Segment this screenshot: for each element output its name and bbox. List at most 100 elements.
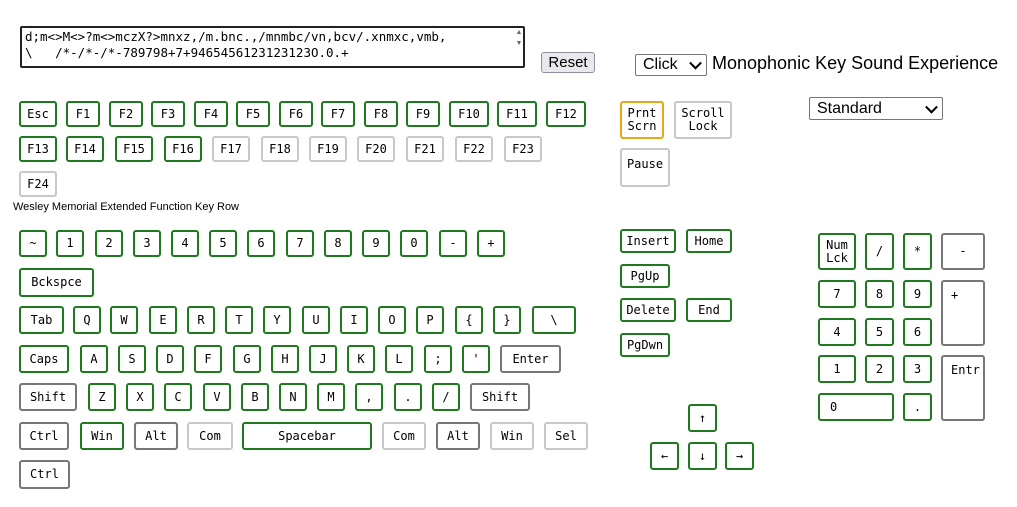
key-b[interactable]: B xyxy=(241,383,269,411)
numpad-8[interactable]: 8 xyxy=(865,280,894,308)
key-pgup[interactable]: PgUp xyxy=(620,264,670,288)
key-shift-right[interactable]: Shift xyxy=(470,383,530,411)
key-alt-left[interactable]: Alt xyxy=(134,422,178,450)
key-s[interactable]: S xyxy=(118,345,146,373)
numpad-slash[interactable]: / xyxy=(865,233,894,270)
key-f2[interactable]: F2 xyxy=(109,101,143,127)
key-e[interactable]: E xyxy=(149,306,177,334)
numpad-9[interactable]: 9 xyxy=(903,280,932,308)
key-f18[interactable]: F18 xyxy=(261,136,299,162)
key-y[interactable]: Y xyxy=(263,306,291,334)
numpad-num-lock[interactable]: Num Lck xyxy=(818,233,856,270)
key-f23[interactable]: F23 xyxy=(504,136,542,162)
key-end[interactable]: End xyxy=(686,298,732,322)
key-f7[interactable]: F7 xyxy=(321,101,355,127)
numpad-0[interactable]: 0 xyxy=(818,393,894,421)
key-left-brace[interactable]: { xyxy=(455,306,483,334)
arrow-right-key[interactable]: → xyxy=(725,442,754,470)
scroll-up-icon[interactable]: ▲ xyxy=(514,29,524,37)
key-p[interactable]: P xyxy=(416,306,444,334)
key-tab[interactable]: Tab xyxy=(19,306,64,334)
key-minus[interactable]: - xyxy=(439,230,467,257)
key-1[interactable]: 1 xyxy=(56,230,84,257)
key-g[interactable]: G xyxy=(233,345,261,373)
numpad-6[interactable]: 6 xyxy=(903,318,932,346)
key-f10[interactable]: F10 xyxy=(449,101,489,127)
key-comma[interactable]: , xyxy=(355,383,383,411)
key-insert[interactable]: Insert xyxy=(620,229,676,253)
key-5[interactable]: 5 xyxy=(209,230,237,257)
key-alt-right[interactable]: Alt xyxy=(436,422,480,450)
key-m[interactable]: M xyxy=(317,383,345,411)
reset-button[interactable]: Reset xyxy=(541,52,595,73)
key-w[interactable]: W xyxy=(110,306,138,334)
key-delete[interactable]: Delete xyxy=(620,298,676,322)
key-f19[interactable]: F19 xyxy=(309,136,347,162)
key-f15[interactable]: F15 xyxy=(115,136,153,162)
key-q[interactable]: Q xyxy=(73,306,101,334)
key-f21[interactable]: F21 xyxy=(406,136,444,162)
key-f20[interactable]: F20 xyxy=(357,136,395,162)
numpad-7[interactable]: 7 xyxy=(818,280,856,308)
key-shift-left[interactable]: Shift xyxy=(19,383,77,411)
key-a[interactable]: A xyxy=(80,345,108,373)
key-f14[interactable]: F14 xyxy=(66,136,104,162)
key-f11[interactable]: F11 xyxy=(497,101,537,127)
key-0[interactable]: 0 xyxy=(400,230,428,257)
numpad-5[interactable]: 5 xyxy=(865,318,894,346)
arrow-down-key[interactable]: ↓ xyxy=(688,442,717,470)
key-f13[interactable]: F13 xyxy=(19,136,57,162)
key-pause[interactable]: Pause xyxy=(620,148,670,187)
numpad-star[interactable]: * xyxy=(903,233,932,270)
key-f12[interactable]: F12 xyxy=(546,101,586,127)
key-right-brace[interactable]: } xyxy=(493,306,521,334)
key-3[interactable]: 3 xyxy=(133,230,161,257)
key-f6[interactable]: F6 xyxy=(279,101,313,127)
key-f9[interactable]: F9 xyxy=(406,101,440,127)
key-h[interactable]: H xyxy=(271,345,299,373)
key-f4[interactable]: F4 xyxy=(194,101,228,127)
key-esc[interactable]: Esc xyxy=(19,101,57,127)
key-f3[interactable]: F3 xyxy=(151,101,185,127)
key-sel[interactable]: Sel xyxy=(544,422,588,450)
key-x[interactable]: X xyxy=(126,383,154,411)
numpad-enter[interactable]: Entr xyxy=(941,355,985,421)
key-f16[interactable]: F16 xyxy=(164,136,202,162)
key-com-left[interactable]: Com xyxy=(187,422,233,450)
key-f24[interactable]: F24 xyxy=(19,171,57,197)
numpad-minus[interactable]: - xyxy=(941,233,985,270)
key-i[interactable]: I xyxy=(340,306,368,334)
key-win-right[interactable]: Win xyxy=(490,422,534,450)
key-l[interactable]: L xyxy=(385,345,413,373)
key-k[interactable]: K xyxy=(347,345,375,373)
layout-select[interactable]: Standard xyxy=(809,97,943,120)
key-4[interactable]: 4 xyxy=(171,230,199,257)
key-quote[interactable]: ' xyxy=(462,345,490,373)
key-f8[interactable]: F8 xyxy=(364,101,398,127)
key-o[interactable]: O xyxy=(378,306,406,334)
numpad-plus[interactable]: + xyxy=(941,280,985,346)
text-area-wrapper[interactable]: ▲ ▼ xyxy=(20,26,525,68)
key-com-right[interactable]: Com xyxy=(382,422,426,450)
arrow-up-key[interactable]: ↑ xyxy=(688,404,717,432)
key-scroll-lock[interactable]: Scroll Lock xyxy=(674,101,732,139)
key-f5[interactable]: F5 xyxy=(236,101,270,127)
key-t[interactable]: T xyxy=(225,306,253,334)
key-ctrl-left[interactable]: Ctrl xyxy=(19,422,69,450)
key-v[interactable]: V xyxy=(203,383,231,411)
key-f1[interactable]: F1 xyxy=(66,101,100,127)
numpad-4[interactable]: 4 xyxy=(818,318,856,346)
key-period[interactable]: . xyxy=(394,383,422,411)
numpad-3[interactable]: 3 xyxy=(903,355,932,383)
key-enter[interactable]: Enter xyxy=(500,345,561,373)
key-win-left[interactable]: Win xyxy=(80,422,124,450)
key-backspace[interactable]: Bckspce xyxy=(19,268,94,297)
key-j[interactable]: J xyxy=(309,345,337,373)
key-n[interactable]: N xyxy=(279,383,307,411)
numpad-1[interactable]: 1 xyxy=(818,355,856,383)
key-home[interactable]: Home xyxy=(686,229,732,253)
key-ctrl-right[interactable]: Ctrl xyxy=(19,460,70,489)
key-plus[interactable]: + xyxy=(477,230,505,257)
key-caps[interactable]: Caps xyxy=(19,345,69,373)
key-backslash[interactable]: \ xyxy=(532,306,576,334)
